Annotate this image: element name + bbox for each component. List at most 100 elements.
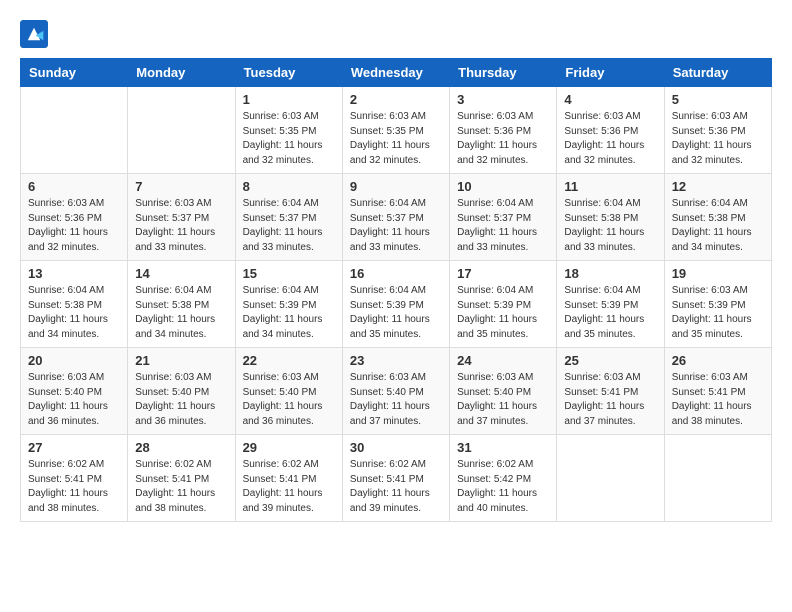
day-detail: Sunrise: 6:03 AMSunset: 5:35 PMDaylight:…	[243, 110, 335, 168]
day-detail: Sunrise: 6:03 AMSunset: 5:36 PMDaylight:…	[564, 110, 656, 168]
day-number: 29	[243, 440, 335, 455]
calendar-cell: 6 Sunrise: 6:03 AMSunset: 5:36 PMDaylight…	[21, 174, 128, 261]
day-detail: Sunrise: 6:03 AMSunset: 5:40 PMDaylight:…	[350, 371, 442, 429]
day-number: 16	[350, 266, 442, 281]
weekday-header-monday: Monday	[128, 59, 235, 87]
calendar-cell: 15 Sunrise: 6:04 AMSunset: 5:39 PMDayligh…	[235, 261, 342, 348]
day-number: 22	[243, 353, 335, 368]
day-detail: Sunrise: 6:02 AMSunset: 5:41 PMDaylight:…	[243, 458, 335, 516]
day-number: 4	[564, 92, 656, 107]
calendar-week-3: 13 Sunrise: 6:04 AMSunset: 5:38 PMDayligh…	[21, 261, 772, 348]
day-number: 17	[457, 266, 549, 281]
day-number: 1	[243, 92, 335, 107]
day-number: 6	[28, 179, 120, 194]
day-number: 5	[672, 92, 764, 107]
weekday-header-tuesday: Tuesday	[235, 59, 342, 87]
day-detail: Sunrise: 6:03 AMSunset: 5:37 PMDaylight:…	[135, 197, 227, 255]
day-number: 3	[457, 92, 549, 107]
day-detail: Sunrise: 6:04 AMSunset: 5:37 PMDaylight:…	[243, 197, 335, 255]
calendar-cell: 12 Sunrise: 6:04 AMSunset: 5:38 PMDayligh…	[664, 174, 771, 261]
calendar-cell: 30 Sunrise: 6:02 AMSunset: 5:41 PMDayligh…	[342, 435, 449, 522]
day-detail: Sunrise: 6:02 AMSunset: 5:41 PMDaylight:…	[28, 458, 120, 516]
calendar-cell: 26Sunrise: 6:03 AMSunset: 5:41 PMDayligh…	[664, 348, 771, 435]
day-number: 28	[135, 440, 227, 455]
calendar-cell: 1 Sunrise: 6:03 AMSunset: 5:35 PMDaylight…	[235, 87, 342, 174]
calendar-cell: 3 Sunrise: 6:03 AMSunset: 5:36 PMDaylight…	[450, 87, 557, 174]
weekday-header-saturday: Saturday	[664, 59, 771, 87]
calendar-week-4: 20 Sunrise: 6:03 AMSunset: 5:40 PMDayligh…	[21, 348, 772, 435]
day-detail: Sunrise: 6:02 AMSunset: 5:41 PMDaylight:…	[135, 458, 227, 516]
day-detail: Sunrise: 6:04 AMSunset: 5:37 PMDaylight:…	[350, 197, 442, 255]
logo	[20, 20, 52, 48]
calendar-cell: 2 Sunrise: 6:03 AMSunset: 5:35 PMDaylight…	[342, 87, 449, 174]
day-number: 10	[457, 179, 549, 194]
calendar-cell: 27 Sunrise: 6:02 AMSunset: 5:41 PMDayligh…	[21, 435, 128, 522]
day-detail: Sunrise: 6:03 AMSunset: 5:35 PMDaylight:…	[350, 110, 442, 168]
calendar-cell: 11 Sunrise: 6:04 AMSunset: 5:38 PMDayligh…	[557, 174, 664, 261]
calendar-cell: 14 Sunrise: 6:04 AMSunset: 5:38 PMDayligh…	[128, 261, 235, 348]
day-detail: Sunrise: 6:03 AMSunset: 5:41 PMDaylight:…	[564, 371, 656, 429]
calendar-cell	[21, 87, 128, 174]
day-detail: Sunrise: 6:04 AMSunset: 5:38 PMDaylight:…	[28, 284, 120, 342]
day-detail: Sunrise: 6:02 AMSunset: 5:42 PMDaylight:…	[457, 458, 549, 516]
weekday-header-sunday: Sunday	[21, 59, 128, 87]
calendar-cell: 19 Sunrise: 6:03 AMSunset: 5:39 PMDayligh…	[664, 261, 771, 348]
calendar-cell: 9 Sunrise: 6:04 AMSunset: 5:37 PMDaylight…	[342, 174, 449, 261]
day-detail: Sunrise: 6:02 AMSunset: 5:41 PMDaylight:…	[350, 458, 442, 516]
day-detail: Sunrise: 6:03 AMSunset: 5:36 PMDaylight:…	[457, 110, 549, 168]
day-number: 18	[564, 266, 656, 281]
day-number: 12	[672, 179, 764, 194]
day-number: 15	[243, 266, 335, 281]
day-detail: Sunrise: 6:04 AMSunset: 5:38 PMDaylight:…	[564, 197, 656, 255]
day-detail: Sunrise: 6:04 AMSunset: 5:38 PMDaylight:…	[672, 197, 764, 255]
calendar-cell: 16 Sunrise: 6:04 AMSunset: 5:39 PMDayligh…	[342, 261, 449, 348]
calendar-cell	[664, 435, 771, 522]
day-detail: Sunrise: 6:04 AMSunset: 5:38 PMDaylight:…	[135, 284, 227, 342]
day-number: 9	[350, 179, 442, 194]
day-number: 20	[28, 353, 120, 368]
calendar-cell	[557, 435, 664, 522]
day-number: 24	[457, 353, 549, 368]
day-number: 2	[350, 92, 442, 107]
weekday-header-thursday: Thursday	[450, 59, 557, 87]
day-number: 19	[672, 266, 764, 281]
calendar-cell: 17 Sunrise: 6:04 AMSunset: 5:39 PMDayligh…	[450, 261, 557, 348]
calendar-cell: 22 Sunrise: 6:03 AMSunset: 5:40 PMDayligh…	[235, 348, 342, 435]
day-number: 31	[457, 440, 549, 455]
day-detail: Sunrise: 6:03 AMSunset: 5:41 PMDaylight:…	[672, 371, 764, 429]
weekday-header-friday: Friday	[557, 59, 664, 87]
day-detail: Sunrise: 6:04 AMSunset: 5:39 PMDaylight:…	[457, 284, 549, 342]
calendar-cell: 24Sunrise: 6:03 AMSunset: 5:40 PMDayligh…	[450, 348, 557, 435]
calendar-cell: 13 Sunrise: 6:04 AMSunset: 5:38 PMDayligh…	[21, 261, 128, 348]
day-number: 13	[28, 266, 120, 281]
day-number: 27	[28, 440, 120, 455]
calendar-cell: 20Sunrise: 6:03 AMSunset: 5:40 PMDayligh…	[21, 348, 128, 435]
day-number: 14	[135, 266, 227, 281]
day-detail: Sunrise: 6:03 AMSunset: 5:40 PMDaylight:…	[135, 371, 227, 429]
calendar-cell	[128, 87, 235, 174]
calendar-week-1: 1 Sunrise: 6:03 AMSunset: 5:35 PMDaylight…	[21, 87, 772, 174]
page-header	[20, 20, 772, 48]
day-number: 30	[350, 440, 442, 455]
day-number: 11	[564, 179, 656, 194]
calendar-table: SundayMondayTuesdayWednesdayThursdayFrid…	[20, 58, 772, 522]
calendar-cell: 4 Sunrise: 6:03 AMSunset: 5:36 PMDaylight…	[557, 87, 664, 174]
calendar-cell: 21Sunrise: 6:03 AMSunset: 5:40 PMDayligh…	[128, 348, 235, 435]
calendar-week-2: 6 Sunrise: 6:03 AMSunset: 5:36 PMDaylight…	[21, 174, 772, 261]
day-detail: Sunrise: 6:04 AMSunset: 5:39 PMDaylight:…	[564, 284, 656, 342]
calendar-cell: 28 Sunrise: 6:02 AMSunset: 5:41 PMDayligh…	[128, 435, 235, 522]
day-detail: Sunrise: 6:03 AMSunset: 5:36 PMDaylight:…	[672, 110, 764, 168]
day-detail: Sunrise: 6:03 AMSunset: 5:40 PMDaylight:…	[243, 371, 335, 429]
calendar-cell: 25 Sunrise: 6:03 AMSunset: 5:41 PMDayligh…	[557, 348, 664, 435]
calendar-cell: 7 Sunrise: 6:03 AMSunset: 5:37 PMDaylight…	[128, 174, 235, 261]
day-number: 8	[243, 179, 335, 194]
day-detail: Sunrise: 6:04 AMSunset: 5:37 PMDaylight:…	[457, 197, 549, 255]
day-detail: Sunrise: 6:03 AMSunset: 5:39 PMDaylight:…	[672, 284, 764, 342]
day-detail: Sunrise: 6:04 AMSunset: 5:39 PMDaylight:…	[350, 284, 442, 342]
calendar-cell: 18 Sunrise: 6:04 AMSunset: 5:39 PMDayligh…	[557, 261, 664, 348]
day-number: 7	[135, 179, 227, 194]
day-number: 25	[564, 353, 656, 368]
day-number: 23	[350, 353, 442, 368]
day-detail: Sunrise: 6:03 AMSunset: 5:36 PMDaylight:…	[28, 197, 120, 255]
day-detail: Sunrise: 6:04 AMSunset: 5:39 PMDaylight:…	[243, 284, 335, 342]
